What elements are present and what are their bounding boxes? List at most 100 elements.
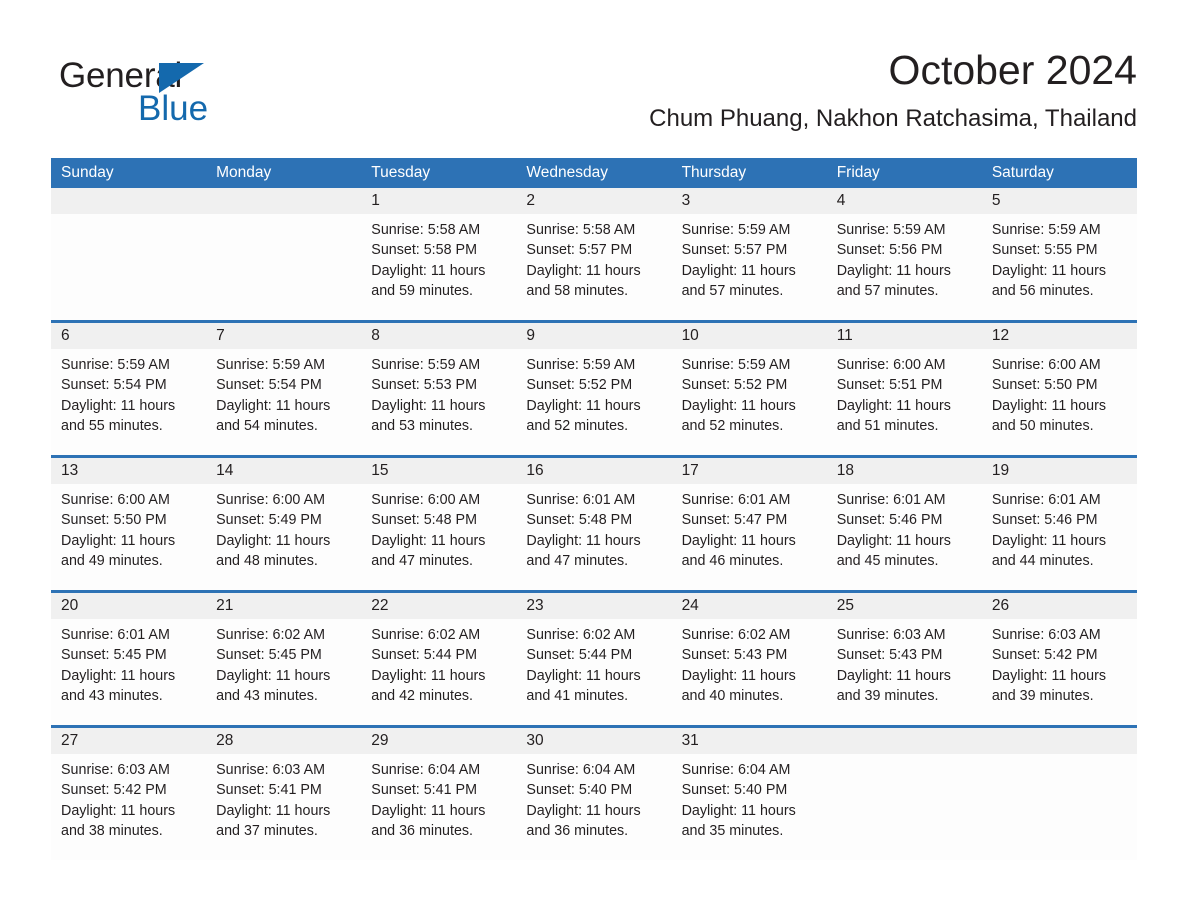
- calendar-day-cell[interactable]: 12 Sunrise: 6:00 AM Sunset: 5:50 PM Dayligh…: [981, 323, 1137, 455]
- day-number: 5: [981, 188, 1137, 214]
- generalblue-logo[interactable]: General Blue: [59, 50, 249, 134]
- calendar-day-cell[interactable]: 7 Sunrise: 5:59 AM Sunset: 5:54 PM Daylight…: [206, 323, 362, 455]
- calendar-day-cell[interactable]: 5 Sunrise: 5:59 AM Sunset: 5:55 PM Daylight…: [981, 188, 1137, 320]
- calendar-day-cell[interactable]: 10 Sunrise: 5:59 AM Sunset: 5:52 PM Dayligh…: [671, 323, 827, 455]
- day-details: Sunrise: 5:59 AM Sunset: 5:57 PM Daylight:…: [672, 214, 827, 301]
- sunrise-time: Sunrise: 6:03 AM: [216, 762, 326, 778]
- calendar-day-cell[interactable]: 13 Sunrise: 6:00 AM Sunset: 5:50 PM Dayligh…: [51, 458, 207, 590]
- day-number: 20: [51, 593, 207, 619]
- sunrise-time: Sunrise: 5:59 AM: [216, 357, 326, 373]
- daylight-duration-line1: Daylight: 11 hours: [681, 667, 796, 684]
- day-details: Sunrise: 6:03 AM Sunset: 5:43 PM Daylight:…: [827, 619, 982, 706]
- daylight-duration-line1: Daylight: 11 hours: [526, 397, 641, 414]
- sunset-time: Sunset: 5:45 PM: [216, 647, 322, 664]
- day-number: 3: [671, 188, 827, 214]
- day-number: 22: [361, 593, 517, 619]
- daylight-duration-line1: Daylight: 11 hours: [526, 667, 641, 684]
- sunset-time: Sunset: 5:49 PM: [216, 512, 322, 529]
- sunrise-time: Sunrise: 6:01 AM: [61, 627, 170, 643]
- day-details: Sunrise: 5:59 AM Sunset: 5:52 PM Daylight:…: [672, 349, 827, 436]
- calendar-day-cell[interactable]: 25 Sunrise: 6:03 AM Sunset: 5:43 PM Dayligh…: [826, 593, 982, 725]
- day-details: Sunrise: 5:58 AM Sunset: 5:58 PM Daylight:…: [361, 214, 516, 301]
- day-number: [826, 728, 982, 754]
- calendar-day-cell[interactable]: 9 Sunrise: 5:59 AM Sunset: 5:52 PM Daylight…: [516, 323, 672, 455]
- calendar-day-cell[interactable]: 29 Sunrise: 6:04 AM Sunset: 5:41 PM Dayligh…: [361, 728, 517, 860]
- sunrise-time: Sunrise: 6:03 AM: [61, 762, 170, 778]
- daylight-duration-line1: Daylight: 11 hours: [836, 397, 951, 414]
- day-number: 15: [361, 458, 517, 484]
- calendar-day-cell[interactable]: 1 Sunrise: 5:58 AM Sunset: 5:58 PM Daylight…: [361, 188, 517, 320]
- calendar-day-cell[interactable]: 26 Sunrise: 6:03 AM Sunset: 5:42 PM Dayligh…: [981, 593, 1137, 725]
- sunrise-time: Sunrise: 5:59 AM: [991, 222, 1101, 238]
- day-details: Sunrise: 6:00 AM Sunset: 5:49 PM Daylight:…: [206, 484, 361, 571]
- calendar-day-cell[interactable]: 16 Sunrise: 6:01 AM Sunset: 5:48 PM Dayligh…: [516, 458, 672, 590]
- sunset-time: Sunset: 5:57 PM: [681, 242, 788, 259]
- calendar-day-cell[interactable]: 17 Sunrise: 6:01 AM Sunset: 5:47 PM Dayligh…: [671, 458, 827, 590]
- calendar-day-cell[interactable]: 30 Sunrise: 6:04 AM Sunset: 5:40 PM Dayligh…: [516, 728, 672, 860]
- day-details: Sunrise: 6:04 AM Sunset: 5:40 PM Daylight:…: [672, 754, 827, 841]
- day-details: Sunrise: 6:02 AM Sunset: 5:44 PM Daylight:…: [516, 619, 671, 706]
- page-header: General Blue October 2024 Chum Phuang, N…: [51, 44, 1137, 144]
- calendar-day-cell[interactable]: 31 Sunrise: 6:04 AM Sunset: 5:40 PM Dayligh…: [671, 728, 827, 860]
- day-number: 6: [51, 323, 207, 349]
- sunrise-time: Sunrise: 5:59 AM: [681, 222, 791, 238]
- calendar-day-cell[interactable]: 28 Sunrise: 6:03 AM Sunset: 5:41 PM Dayligh…: [206, 728, 362, 860]
- daylight-duration-line2: and 39 minutes.: [836, 687, 939, 704]
- day-details: Sunrise: 5:59 AM Sunset: 5:53 PM Daylight:…: [361, 349, 516, 436]
- sunset-time: Sunset: 5:46 PM: [836, 512, 943, 529]
- daylight-duration-line2: and 49 minutes.: [61, 552, 163, 569]
- calendar-day-cell[interactable]: 15 Sunrise: 6:00 AM Sunset: 5:48 PM Dayligh…: [361, 458, 517, 590]
- calendar-week-row: 1 Sunrise: 5:58 AM Sunset: 5:58 PM Daylight…: [51, 188, 1137, 320]
- sunrise-time: Sunrise: 6:02 AM: [371, 627, 481, 643]
- calendar-day-cell-empty: [51, 188, 207, 320]
- sunset-time: Sunset: 5:54 PM: [216, 377, 322, 394]
- logo-text-blue: Blue: [138, 89, 209, 128]
- sunset-time: Sunset: 5:44 PM: [371, 647, 477, 664]
- sunset-time: Sunset: 5:45 PM: [61, 647, 167, 664]
- calendar-day-cell[interactable]: 14 Sunrise: 6:00 AM Sunset: 5:49 PM Dayligh…: [206, 458, 362, 590]
- calendar-day-cell[interactable]: 6 Sunrise: 5:59 AM Sunset: 5:54 PM Daylight…: [51, 323, 207, 455]
- calendar-day-cell[interactable]: 27 Sunrise: 6:03 AM Sunset: 5:42 PM Dayligh…: [51, 728, 207, 860]
- daylight-duration-line2: and 43 minutes.: [216, 687, 318, 704]
- calendar-day-cell[interactable]: 23 Sunrise: 6:02 AM Sunset: 5:44 PM Dayligh…: [516, 593, 672, 725]
- day-number: 12: [981, 323, 1137, 349]
- day-details: Sunrise: 6:00 AM Sunset: 5:50 PM Daylight:…: [982, 349, 1137, 436]
- daylight-duration-line2: and 50 minutes.: [991, 417, 1094, 434]
- calendar-day-cell[interactable]: 24 Sunrise: 6:02 AM Sunset: 5:43 PM Dayligh…: [671, 593, 827, 725]
- calendar-day-cell[interactable]: 18 Sunrise: 6:01 AM Sunset: 5:46 PM Dayligh…: [826, 458, 982, 590]
- daylight-duration-line2: and 56 minutes.: [991, 282, 1094, 299]
- daylight-duration-line2: and 36 minutes.: [371, 822, 474, 839]
- day-details: Sunrise: 6:01 AM Sunset: 5:46 PM Daylight:…: [982, 484, 1137, 571]
- daylight-duration-line2: and 52 minutes.: [526, 417, 629, 434]
- sunrise-time: Sunrise: 6:02 AM: [526, 627, 636, 643]
- daylight-duration-line1: Daylight: 11 hours: [61, 802, 176, 819]
- day-number: 29: [361, 728, 517, 754]
- calendar-page: General Blue October 2024 Chum Phuang, N…: [0, 0, 1188, 918]
- daylight-duration-line2: and 38 minutes.: [61, 822, 163, 839]
- sunrise-time: Sunrise: 6:00 AM: [371, 492, 481, 508]
- sunrise-time: Sunrise: 6:02 AM: [216, 627, 326, 643]
- day-number: 18: [826, 458, 982, 484]
- calendar-day-cell[interactable]: 8 Sunrise: 5:59 AM Sunset: 5:53 PM Daylight…: [361, 323, 517, 455]
- daylight-duration-line2: and 53 minutes.: [371, 417, 474, 434]
- calendar-day-cell[interactable]: 2 Sunrise: 5:58 AM Sunset: 5:57 PM Daylight…: [516, 188, 672, 320]
- calendar-day-cell[interactable]: 4 Sunrise: 5:59 AM Sunset: 5:56 PM Daylight…: [826, 188, 982, 320]
- sunrise-time: Sunrise: 6:02 AM: [681, 627, 791, 643]
- daylight-duration-line2: and 46 minutes.: [681, 552, 784, 569]
- daylight-duration-line2: and 57 minutes.: [836, 282, 939, 299]
- day-number: 7: [206, 323, 362, 349]
- sunrise-time: Sunrise: 5:58 AM: [371, 222, 481, 238]
- day-details: Sunrise: 6:00 AM Sunset: 5:48 PM Daylight:…: [361, 484, 516, 571]
- calendar-day-cell[interactable]: 11 Sunrise: 6:00 AM Sunset: 5:51 PM Dayligh…: [826, 323, 982, 455]
- calendar-day-cell[interactable]: 21 Sunrise: 6:02 AM Sunset: 5:45 PM Dayligh…: [206, 593, 362, 725]
- day-number: 24: [671, 593, 827, 619]
- calendar-day-cell[interactable]: 20 Sunrise: 6:01 AM Sunset: 5:45 PM Dayligh…: [51, 593, 207, 725]
- sunrise-time: Sunrise: 6:00 AM: [836, 357, 946, 373]
- calendar-weeks: 1 Sunrise: 5:58 AM Sunset: 5:58 PM Daylight…: [51, 188, 1137, 860]
- calendar-day-cell-empty: [206, 188, 362, 320]
- day-details: Sunrise: 5:59 AM Sunset: 5:54 PM Daylight:…: [51, 349, 206, 436]
- calendar-day-cell[interactable]: 3 Sunrise: 5:59 AM Sunset: 5:57 PM Daylight…: [671, 188, 827, 320]
- sunset-time: Sunset: 5:43 PM: [681, 647, 788, 664]
- calendar-day-cell[interactable]: 22 Sunrise: 6:02 AM Sunset: 5:44 PM Dayligh…: [361, 593, 517, 725]
- calendar-day-cell[interactable]: 19 Sunrise: 6:01 AM Sunset: 5:46 PM Dayligh…: [981, 458, 1137, 590]
